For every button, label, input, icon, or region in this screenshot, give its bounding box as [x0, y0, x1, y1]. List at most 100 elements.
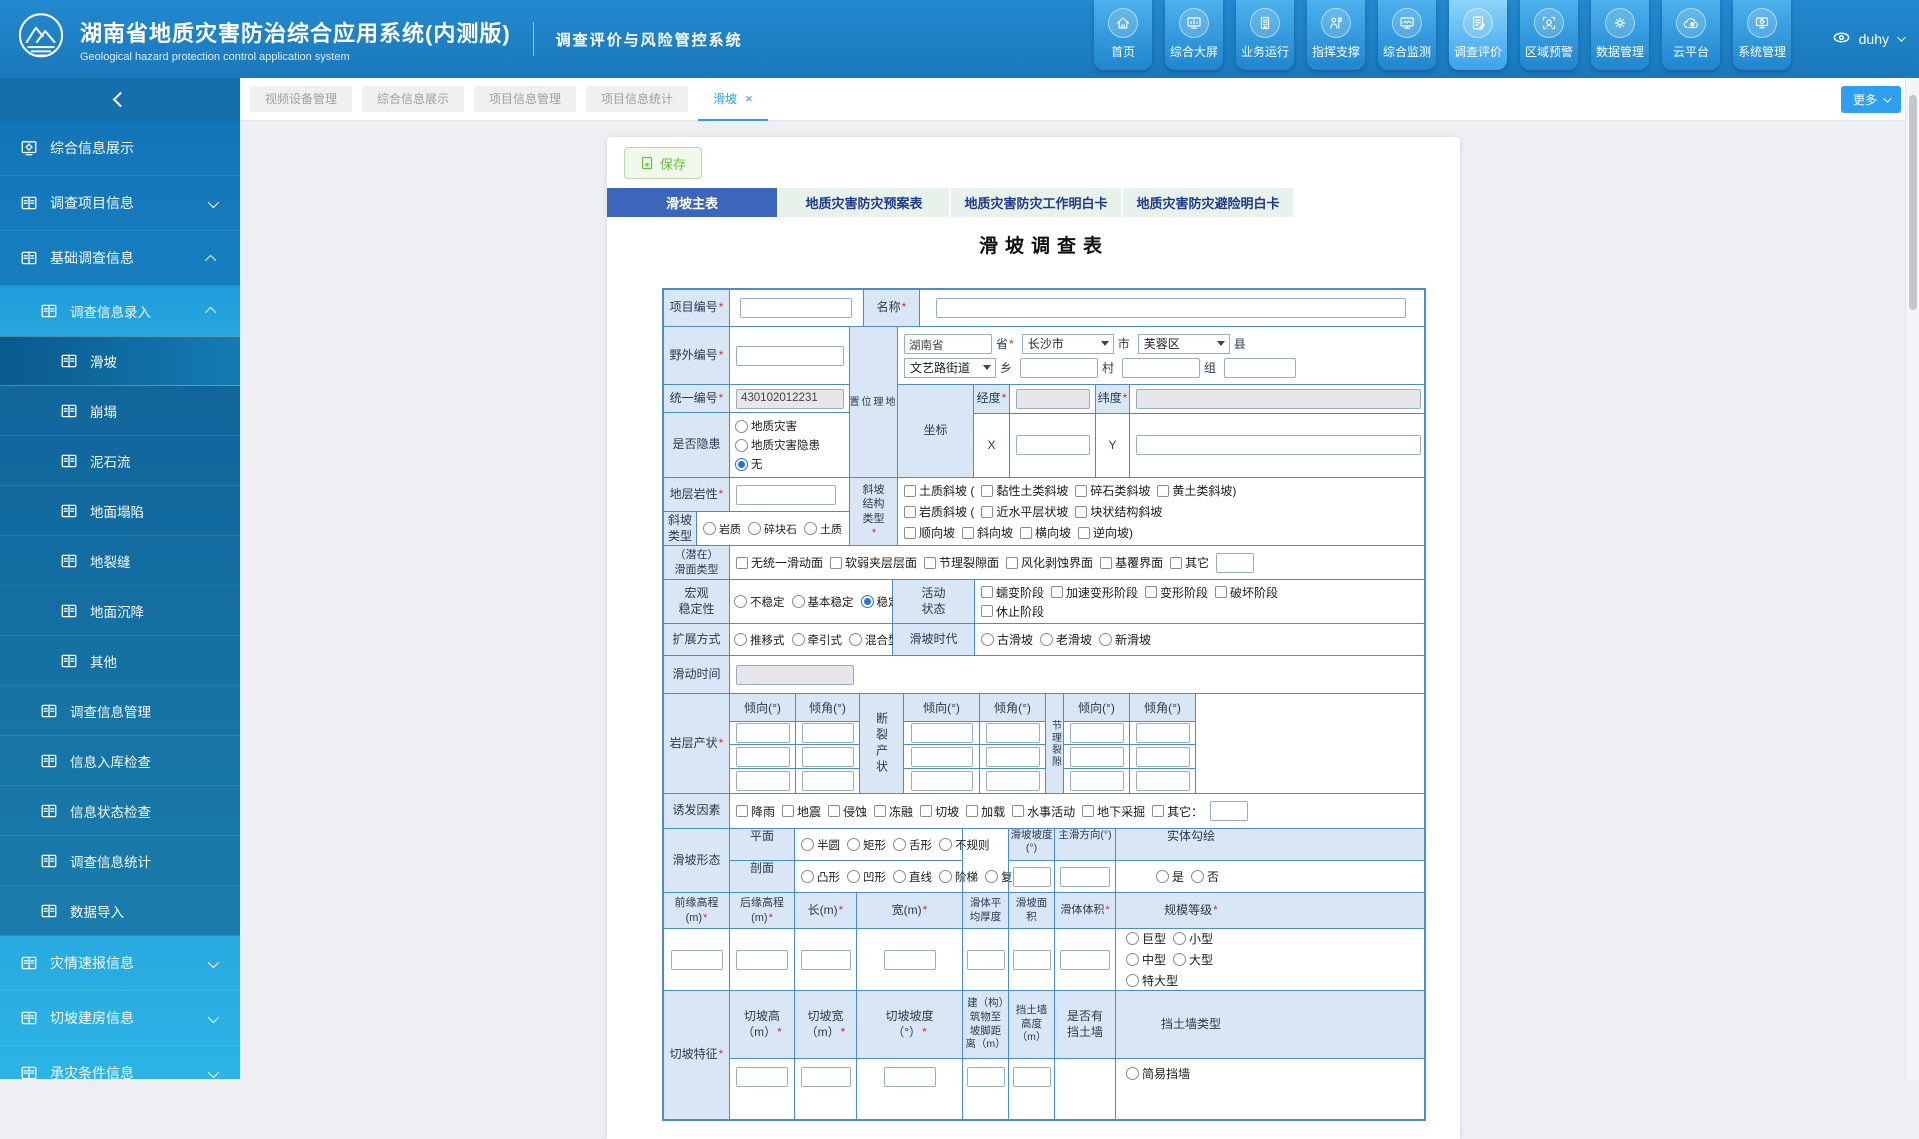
nav-tile-region-warning[interactable]: 区域预警 — [1520, 0, 1578, 70]
radio-凸形[interactable]: 凸形 — [801, 869, 840, 885]
radio-碎块石[interactable]: 碎块石 — [748, 521, 797, 537]
checkbox-破坏阶段[interactable]: 破坏阶段 — [1215, 584, 1278, 601]
radio-舌形[interactable]: 舌形 — [893, 837, 932, 853]
fault-dip-angle-input[interactable] — [986, 723, 1040, 743]
city-select[interactable]: 长沙市 — [1022, 334, 1114, 354]
checkbox-蠕变阶段[interactable]: 蠕变阶段 — [981, 584, 1044, 601]
checkbox-降雨[interactable]: 降雨 — [736, 803, 775, 820]
sidebar-item-landslide[interactable]: 滑坡 — [0, 336, 240, 386]
volume-input[interactable] — [1060, 950, 1110, 970]
checkbox-逆向坡)[interactable]: 逆向坡) — [1078, 524, 1133, 541]
checkbox-节理裂隙面[interactable]: 节理裂隙面 — [924, 554, 999, 571]
county-select[interactable]: 芙蓉区 — [1138, 334, 1230, 354]
nav-tile-integrated-monitor[interactable]: 综合监测 — [1378, 0, 1436, 70]
group2-input[interactable] — [1224, 358, 1296, 378]
sidebar-item-survey-manage[interactable]: 调查信息管理 — [0, 686, 240, 736]
x-input[interactable] — [1016, 435, 1090, 455]
sidebar-item-survey-project[interactable]: 调查项目信息 — [0, 176, 240, 231]
radio-矩形[interactable]: 矩形 — [847, 837, 886, 853]
joint-dip-angle-input[interactable] — [1136, 723, 1190, 743]
workspace-tab-video-device[interactable]: 视频设备管理 — [250, 86, 352, 112]
user-menu[interactable]: duhy — [1832, 0, 1903, 78]
checkbox-岩质斜坡 ([interactable]: 岩质斜坡 ( — [904, 503, 974, 520]
rock-dip-angle-input[interactable] — [802, 747, 854, 767]
y-input[interactable] — [1136, 435, 1421, 455]
radio-推移式[interactable]: 推移式 — [734, 632, 785, 648]
radio-基本稳定[interactable]: 基本稳定 — [792, 594, 854, 610]
group-input[interactable] — [1122, 358, 1200, 378]
workspace-tab-landslide[interactable]: 滑坡× — [698, 86, 768, 112]
sidebar-item-ground-fissure[interactable]: 地裂缝 — [0, 536, 240, 586]
radio-否[interactable]: 否 — [1191, 868, 1219, 885]
joint-dip-angle-input[interactable] — [1136, 747, 1190, 767]
joint-dip-angle-input[interactable] — [1136, 771, 1190, 791]
form-tab-prevention-plan[interactable]: 地质灾害防灾预案表 — [779, 188, 951, 217]
rock-dip-angle-input[interactable] — [802, 771, 854, 791]
checkbox-其它：[interactable]: 其它： — [1152, 803, 1203, 820]
radio-不稳定[interactable]: 不稳定 — [734, 594, 785, 610]
nav-tile-big-screen[interactable]: 综合大屏 — [1165, 0, 1223, 70]
village-input[interactable] — [1020, 358, 1098, 378]
radio-土质[interactable]: 土质 — [804, 521, 842, 537]
form-tab-evade-card[interactable]: 地质灾害防灾避险明白卡 — [1123, 188, 1295, 217]
checkbox-休止阶段[interactable]: 休止阶段 — [981, 603, 1044, 620]
form-tab-work-card[interactable]: 地质灾害防灾工作明白卡 — [951, 188, 1123, 217]
radio-老滑坡[interactable]: 老滑坡 — [1040, 631, 1092, 648]
sidebar-item-disaster-report[interactable]: 灾情速报信息 — [0, 936, 240, 991]
area-input[interactable] — [1013, 950, 1051, 970]
slope-degree-input[interactable] — [1013, 867, 1051, 887]
checkbox-横向坡[interactable]: 横向坡 — [1020, 524, 1071, 541]
sidebar-item-cut-slope-housing[interactable]: 切坡建房信息 — [0, 991, 240, 1046]
checkbox-碎石类斜坡[interactable]: 碎石类斜坡 — [1075, 482, 1150, 499]
checkbox-基覆界面[interactable]: 基覆界面 — [1100, 554, 1163, 571]
wall-height-input[interactable] — [1013, 1067, 1051, 1087]
province-box[interactable]: 湖南省 — [904, 334, 992, 354]
radio-小型[interactable]: 小型 — [1173, 930, 1213, 947]
fault-dip-input[interactable] — [911, 771, 973, 791]
checkbox-地下采掘[interactable]: 地下采掘 — [1082, 803, 1145, 820]
name-input[interactable] — [936, 298, 1406, 318]
workspace-tab-project-info-manage[interactable]: 项目信息管理 — [474, 86, 576, 112]
sidebar-item-basic-survey[interactable]: 基础调查信息 — [0, 231, 240, 286]
sidebar-item-overview-display[interactable]: 综合信息展示 — [0, 121, 240, 176]
checkbox-其它[interactable]: 其它 — [1170, 554, 1209, 571]
sidebar-item-collapse[interactable]: 崩塌 — [0, 386, 240, 436]
fault-dip-angle-input[interactable] — [986, 747, 1040, 767]
radio-牵引式[interactable]: 牵引式 — [792, 632, 843, 648]
length-input[interactable] — [801, 950, 851, 970]
other-input[interactable] — [1210, 801, 1248, 821]
checkbox-加速变形阶段[interactable]: 加速变形阶段 — [1051, 584, 1138, 601]
checkbox-近水平层状坡[interactable]: 近水平层状坡 — [981, 503, 1068, 520]
radio-是[interactable]: 是 — [1156, 868, 1184, 885]
checkbox-变形阶段[interactable]: 变形阶段 — [1145, 584, 1208, 601]
checkbox-无统一滑动面[interactable]: 无统一滑动面 — [736, 554, 823, 571]
fault-dip-input[interactable] — [911, 747, 973, 767]
sidebar-item-disaster-bearing[interactable]: 承灾条件信息 — [0, 1046, 240, 1079]
rock-dip-angle-input[interactable] — [802, 723, 854, 743]
rear-elevation-input[interactable] — [736, 950, 788, 970]
checkbox-土质斜坡 ([interactable]: 土质斜坡 ( — [904, 482, 974, 499]
nav-tile-system-manage[interactable]: 系统管理 — [1733, 0, 1791, 70]
checkbox-斜向坡[interactable]: 斜向坡 — [962, 524, 1013, 541]
fault-dip-angle-input[interactable] — [986, 771, 1040, 791]
sidebar-item-survey-entry[interactable]: 调查信息录入 — [0, 286, 240, 336]
vertical-scrollbar[interactable] — [1905, 79, 1919, 1079]
checkbox-侵蚀[interactable]: 侵蚀 — [828, 803, 867, 820]
sidebar-item-other[interactable]: 其他 — [0, 636, 240, 686]
checkbox-软弱夹层层面[interactable]: 软弱夹层层面 — [830, 554, 917, 571]
radio-无[interactable]: 无 — [735, 455, 763, 474]
rock-dip-input[interactable] — [736, 723, 790, 743]
nav-tile-command-support[interactable]: 指挥支撑 — [1307, 0, 1365, 70]
workspace-tab-overview-display[interactable]: 综合信息展示 — [362, 86, 464, 112]
front-elevation-input[interactable] — [671, 950, 723, 970]
radio-新滑坡[interactable]: 新滑坡 — [1099, 631, 1151, 648]
cut-width-input[interactable] — [801, 1067, 851, 1087]
more-button[interactable]: 更多 — [1841, 86, 1901, 113]
sidebar-item-info-warehouse-check[interactable]: 信息入库检查 — [0, 736, 240, 786]
project-no-input[interactable] — [740, 298, 852, 318]
radio-古滑坡[interactable]: 古滑坡 — [981, 631, 1033, 648]
radio-混合型[interactable]: 混合型 — [849, 632, 900, 648]
joint-dip-input[interactable] — [1070, 723, 1124, 743]
field-no-input[interactable] — [736, 346, 844, 366]
radio-特大型[interactable]: 特大型 — [1126, 972, 1178, 989]
